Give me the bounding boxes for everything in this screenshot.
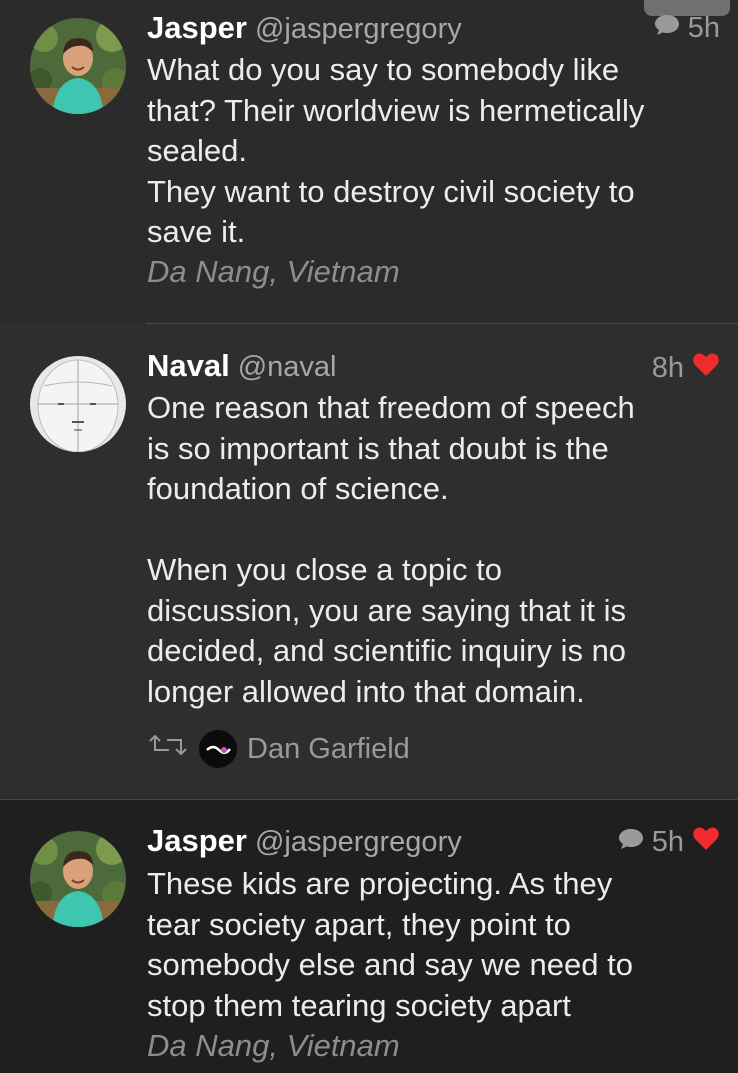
- retweeter-avatar[interactable]: [199, 730, 237, 768]
- retweeter-name[interactable]: Dan Garfield: [247, 733, 410, 766]
- tweet-meta: 5h: [618, 826, 720, 859]
- timeline-feed: Jasper @jaspergregory 5h What do you say …: [0, 0, 738, 1073]
- tweet-text: These kids are projecting. As they tear …: [147, 866, 633, 1023]
- display-name[interactable]: Jasper: [147, 823, 247, 858]
- heart-icon[interactable]: [692, 352, 720, 385]
- speech-bubble-icon: [618, 826, 644, 859]
- tweet-meta: 8h: [652, 352, 720, 385]
- tweet-location[interactable]: Da Nang, Vietnam: [147, 1028, 400, 1064]
- timestamp: 5h: [687, 12, 720, 44]
- avatar-jasper[interactable]: [30, 831, 126, 927]
- author-name[interactable]: Naval @naval: [147, 348, 337, 384]
- timestamp: 5h: [651, 826, 684, 858]
- user-handle[interactable]: @jaspergregory: [255, 13, 462, 45]
- author-name[interactable]: Jasper @jaspergregory: [147, 823, 462, 859]
- tweet-text: One reason that freedom of speech is so …: [147, 390, 635, 709]
- display-name[interactable]: Naval: [147, 348, 230, 383]
- avatar-naval[interactable]: [30, 356, 126, 452]
- tweet-naval[interactable]: Naval @naval 8h One reason that freedom o…: [0, 324, 738, 799]
- retweet-attribution[interactable]: Dan Garfield: [147, 730, 410, 768]
- timestamp: 8h: [651, 352, 684, 384]
- avatar-jasper[interactable]: [30, 18, 126, 114]
- display-name[interactable]: Jasper: [147, 10, 247, 45]
- tweet-meta: 5h: [654, 12, 720, 45]
- tweet-jasper-2[interactable]: Jasper @jaspergregory 5h These kids are p…: [0, 800, 738, 1073]
- tweet-location[interactable]: Da Nang, Vietnam: [147, 254, 400, 290]
- author-name[interactable]: Jasper @jaspergregory: [147, 10, 462, 46]
- heart-icon[interactable]: [692, 826, 720, 859]
- user-handle[interactable]: @jaspergregory: [255, 826, 462, 858]
- retweet-icon: [147, 732, 189, 766]
- speech-bubble-icon: [654, 12, 680, 45]
- tweet-jasper-1[interactable]: Jasper @jaspergregory 5h What do you say …: [0, 0, 738, 324]
- tweet-text: What do you say to somebody like that? T…: [147, 52, 645, 249]
- user-handle[interactable]: @naval: [238, 351, 337, 383]
